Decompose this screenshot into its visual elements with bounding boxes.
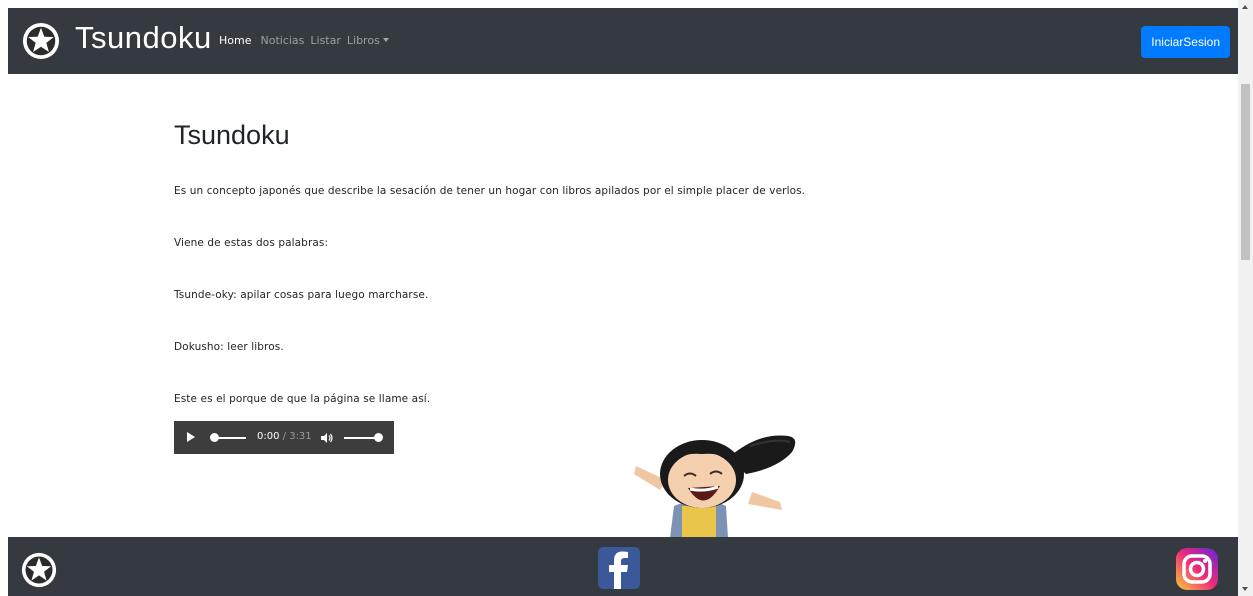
nav-dropdown-libros[interactable]: Libros xyxy=(347,34,389,48)
paragraph-tsunde: Tsunde-oky: apilar cosas para luego marc… xyxy=(174,289,429,301)
time-separator: / xyxy=(279,431,290,442)
audio-player: 0:00 / 3:31 xyxy=(174,421,394,454)
page-scrollbar[interactable] xyxy=(1238,0,1253,596)
star-logo-icon[interactable] xyxy=(21,552,57,588)
scroll-thumb[interactable] xyxy=(1241,84,1250,260)
instagram-icon[interactable] xyxy=(1176,548,1218,590)
footer xyxy=(8,537,1238,596)
paragraph-dokusho: Dokusho: leer libros. xyxy=(174,341,284,353)
facebook-f-glyph-icon xyxy=(609,551,628,589)
seek-handle[interactable] xyxy=(210,433,219,442)
nav-link-home[interactable]: Home xyxy=(219,34,251,48)
brand-title[interactable]: Tsundoku xyxy=(75,18,212,58)
nav-link-listar[interactable]: Listar xyxy=(310,34,341,48)
volume-icon[interactable] xyxy=(321,432,334,444)
play-icon[interactable] xyxy=(187,432,195,442)
character-image xyxy=(634,435,796,538)
nav-link-noticias[interactable]: Noticias xyxy=(260,34,304,48)
paragraph-origin: Viene de estas dos palabras: xyxy=(174,237,329,249)
volume-handle[interactable] xyxy=(374,433,383,442)
instagram-glyph-icon xyxy=(1182,554,1212,584)
paragraph-reason: Este es el porque de que la página se ll… xyxy=(174,393,431,405)
scroll-up-icon[interactable] xyxy=(1242,5,1248,9)
login-button[interactable]: IniciarSesion xyxy=(1141,26,1230,58)
page-title: Tsundoku xyxy=(174,120,290,150)
current-time: 0:00 xyxy=(257,431,280,442)
time-display: 0:00 / 3:31 xyxy=(257,431,312,442)
page: Tsundoku Home Noticias Listar Libros Ini… xyxy=(0,0,1238,596)
facebook-icon[interactable] xyxy=(598,547,640,589)
nav-dropdown-libros-label: Libros xyxy=(346,34,380,47)
nav-menu: Home Noticias Listar Libros xyxy=(219,34,395,48)
caret-down-icon xyxy=(382,38,389,42)
navbar: Tsundoku Home Noticias Listar Libros Ini… xyxy=(8,8,1238,74)
star-logo-icon[interactable] xyxy=(22,22,60,60)
paragraph-definition: Es un concepto japonés que describe la s… xyxy=(174,185,806,197)
duration: 3:31 xyxy=(289,431,312,442)
scroll-down-icon[interactable] xyxy=(1242,587,1248,591)
main-content: Tsundoku xyxy=(174,110,934,160)
